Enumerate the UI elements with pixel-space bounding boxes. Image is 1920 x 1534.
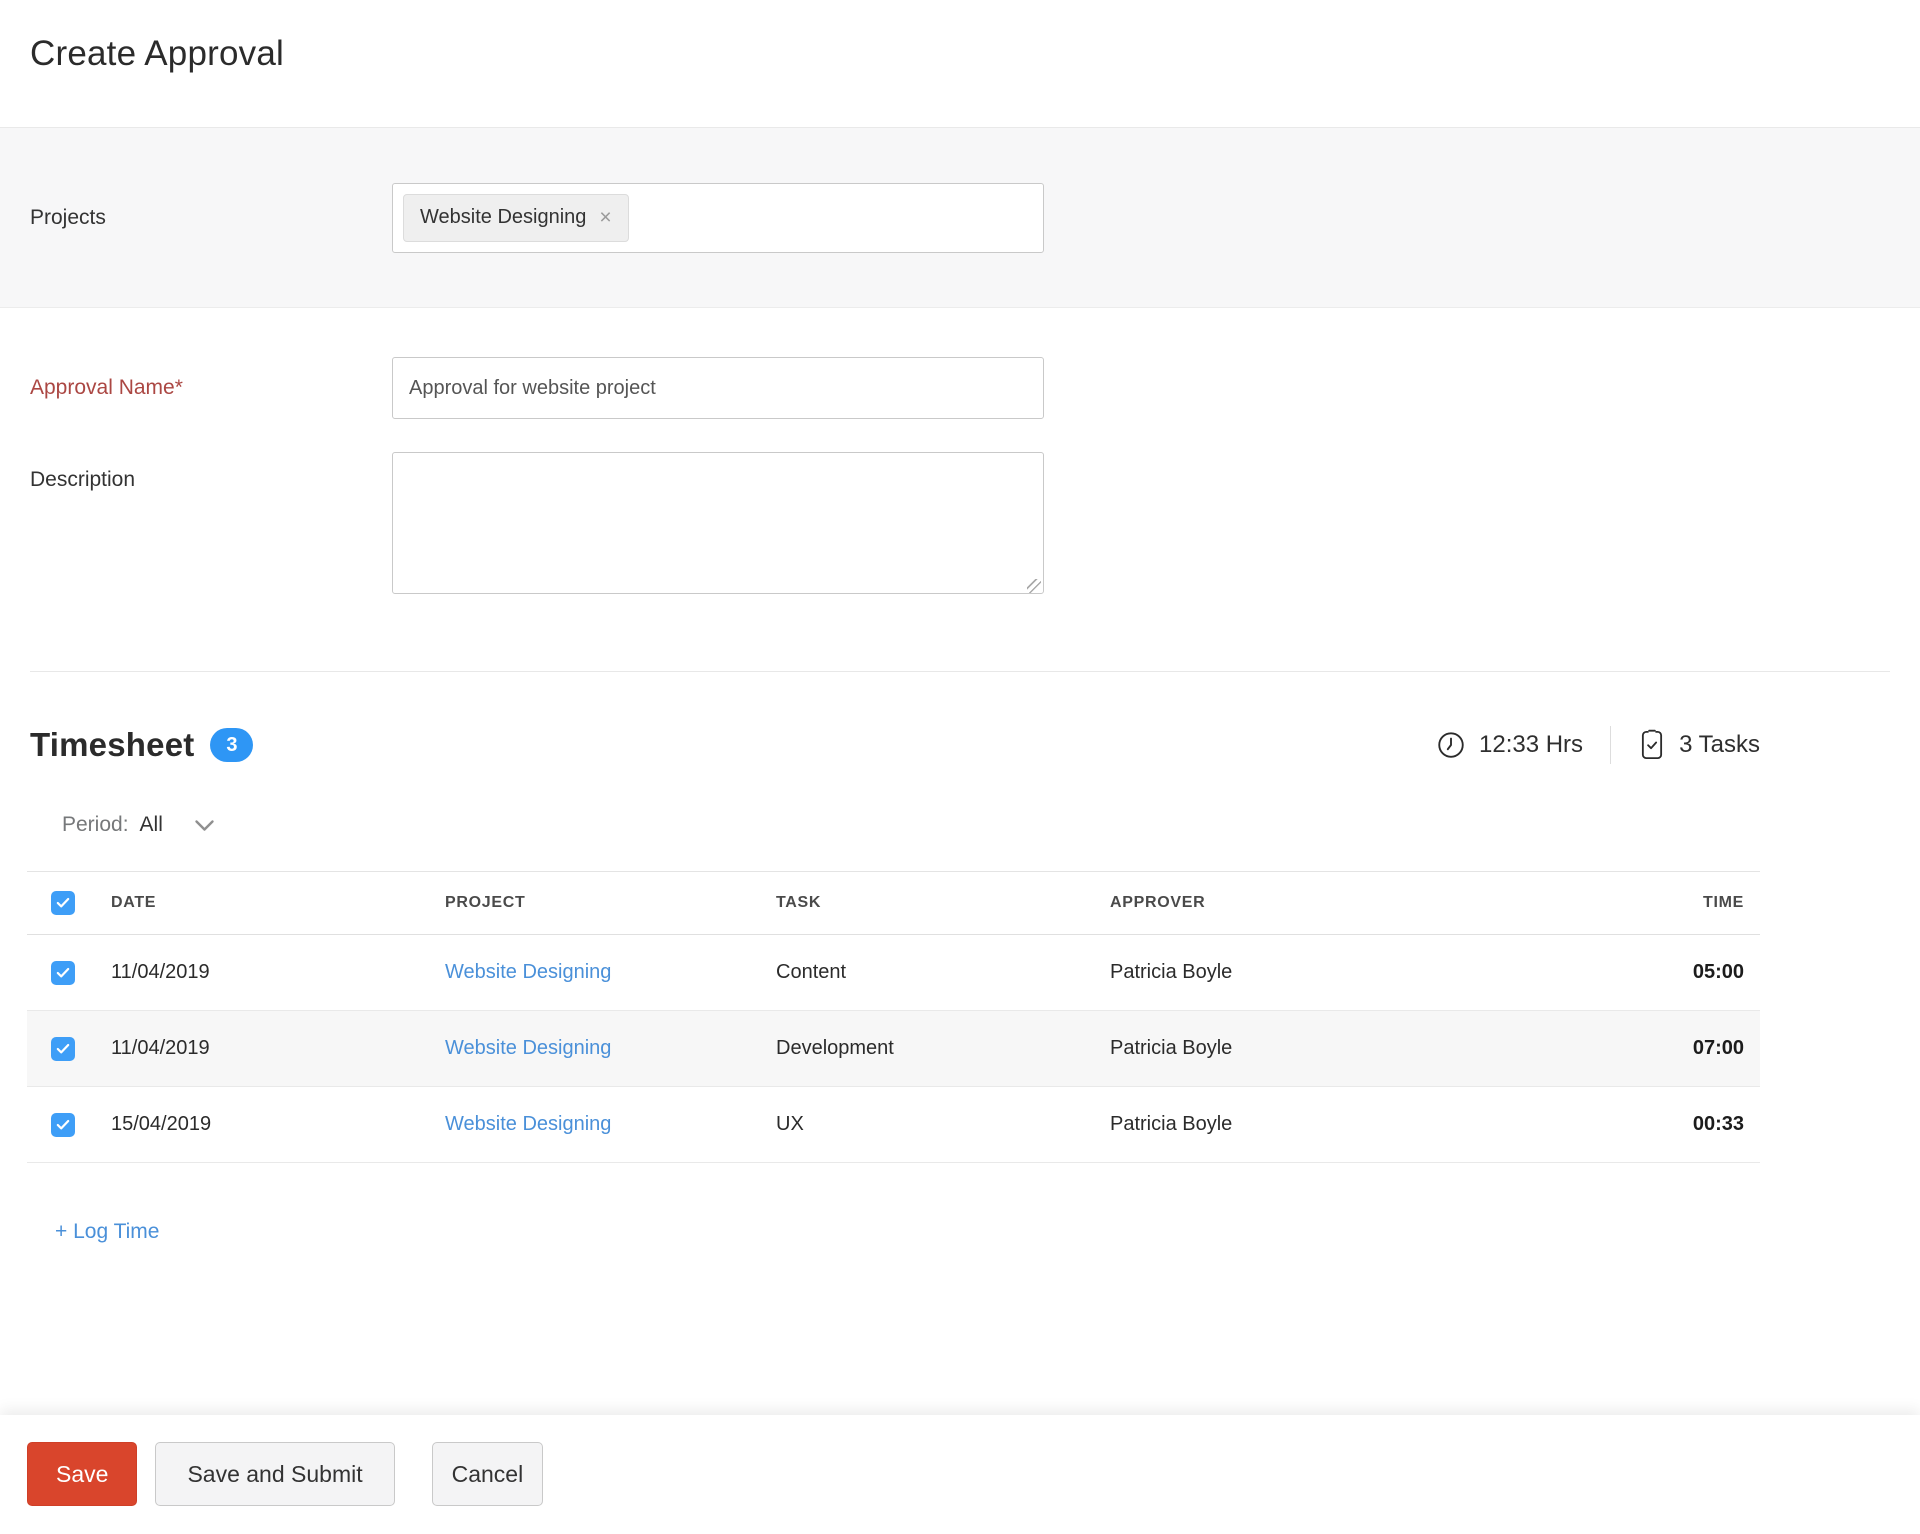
- col-header-time[interactable]: TIME: [1620, 894, 1760, 912]
- cell-time: 07:00: [1692, 1037, 1744, 1059]
- section-divider: [30, 671, 1890, 672]
- cell-approver: Patricia Boyle: [1110, 961, 1233, 983]
- footer-action-bar: Save Save and Submit Cancel: [0, 1415, 1920, 1534]
- period-dropdown[interactable]: Period: All: [62, 813, 215, 837]
- cell-date: 15/04/2019: [111, 1113, 212, 1135]
- select-all-checkbox[interactable]: [51, 891, 75, 915]
- projects-multiselect-input[interactable]: Website Designing ×: [392, 182, 1044, 253]
- col-header-project[interactable]: PROJECT: [445, 894, 776, 912]
- project-tag: Website Designing ×: [403, 193, 629, 242]
- cell-project-link[interactable]: Website Designing: [445, 1037, 611, 1059]
- row-checkbox[interactable]: [51, 1036, 75, 1061]
- timesheet-stats: 12:33 Hrs 3 Tasks: [1436, 726, 1760, 764]
- table-row: 11/04/2019 Website Designing Content Pat…: [27, 935, 1760, 1011]
- title-bar: Create Approval: [0, 0, 1920, 127]
- timesheet-table: DATE PROJECT TASK APPROVER TIME 11/04/20…: [27, 871, 1760, 1163]
- save-button[interactable]: Save: [27, 1442, 138, 1506]
- approval-name-input[interactable]: [392, 357, 1044, 419]
- project-tag-label: Website Designing: [420, 206, 587, 228]
- save-and-submit-button[interactable]: Save and Submit: [155, 1442, 395, 1506]
- cell-project-link[interactable]: Website Designing: [445, 961, 611, 983]
- timesheet-count-badge: 3: [210, 728, 254, 762]
- table-row: 15/04/2019 Website Designing UX Patricia…: [27, 1087, 1760, 1163]
- cell-task: Content: [776, 961, 847, 983]
- total-hours: 12:33 Hrs: [1479, 731, 1584, 758]
- clock-icon: [1436, 730, 1466, 760]
- period-value: All: [139, 813, 163, 836]
- description-label: Description: [30, 468, 136, 491]
- projects-label: Projects: [30, 205, 106, 229]
- col-header-task[interactable]: TASK: [776, 894, 1110, 912]
- cell-time: 00:33: [1692, 1113, 1744, 1135]
- stats-divider: [1610, 726, 1612, 764]
- col-header-approver[interactable]: APPROVER: [1110, 894, 1620, 912]
- cell-date: 11/04/2019: [111, 1037, 210, 1059]
- approval-form: Approval Name* Description: [0, 308, 1920, 599]
- timesheet-title: Timesheet: [30, 726, 195, 763]
- cell-project-link[interactable]: Website Designing: [445, 1113, 611, 1135]
- cell-task: UX: [776, 1113, 804, 1135]
- clipboard-check-icon: [1638, 729, 1666, 761]
- chevron-down-icon: [195, 819, 214, 831]
- period-label: Period:: [62, 813, 129, 836]
- row-checkbox[interactable]: [51, 1112, 75, 1137]
- cancel-button[interactable]: Cancel: [431, 1442, 544, 1506]
- remove-tag-icon[interactable]: ×: [599, 207, 611, 228]
- table-row: 11/04/2019 Website Designing Development…: [27, 1011, 1760, 1087]
- cell-date: 11/04/2019: [111, 961, 210, 983]
- page-title: Create Approval: [30, 34, 284, 73]
- description-textarea[interactable]: [392, 452, 1044, 594]
- cell-time: 05:00: [1692, 961, 1744, 983]
- row-checkbox[interactable]: [51, 960, 75, 985]
- timesheet-header: Timesheet 3 12:33 Hrs 3 Tasks: [30, 726, 1760, 764]
- total-tasks: 3 Tasks: [1679, 731, 1760, 758]
- col-header-date[interactable]: DATE: [111, 894, 445, 912]
- log-time-link[interactable]: + Log Time: [55, 1220, 159, 1244]
- table-header-row: DATE PROJECT TASK APPROVER TIME: [27, 871, 1760, 935]
- cell-approver: Patricia Boyle: [1110, 1113, 1233, 1135]
- approval-name-label: Approval Name*: [30, 376, 183, 399]
- cell-approver: Patricia Boyle: [1110, 1037, 1233, 1059]
- cell-task: Development: [776, 1037, 894, 1059]
- projects-field-row: Projects Website Designing ×: [0, 127, 1920, 308]
